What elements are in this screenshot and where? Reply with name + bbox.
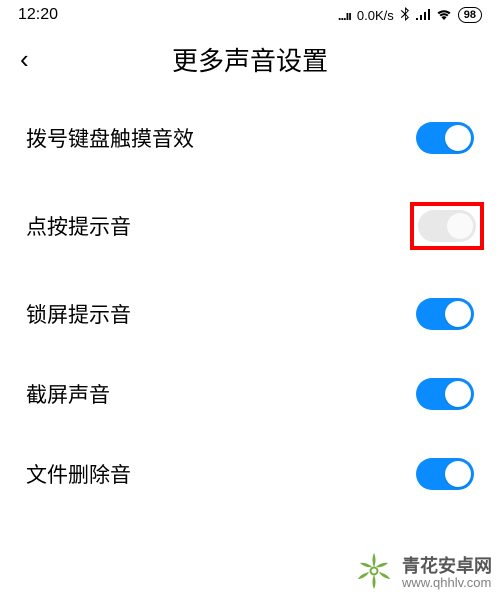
toggle-switch[interactable] bbox=[416, 378, 474, 410]
battery-icon: 98 bbox=[458, 7, 482, 23]
watermark: 青花安卓网 www.qhhlv.com bbox=[352, 549, 492, 598]
status-right: ...ıı 0.0K/s 98 bbox=[338, 7, 482, 24]
bluetooth-icon bbox=[400, 7, 410, 24]
status-bar: 12:20 ...ıı 0.0K/s 98 bbox=[0, 0, 500, 28]
wifi-icon bbox=[436, 8, 452, 23]
back-button[interactable]: ‹ bbox=[20, 46, 50, 72]
settings-row-label: 拨号键盘触摸音效 bbox=[26, 123, 194, 153]
toggle-knob bbox=[445, 125, 471, 151]
settings-row-label: 点按提示音 bbox=[26, 211, 131, 241]
settings-row-label: 文件删除音 bbox=[26, 459, 131, 489]
settings-row: 文件删除音 bbox=[0, 434, 500, 514]
settings-row: 拨号键盘触摸音效 bbox=[0, 98, 500, 178]
settings-row-label: 锁屏提示音 bbox=[26, 299, 131, 329]
toggle-switch[interactable] bbox=[416, 122, 474, 154]
settings-list: 拨号键盘触摸音效点按提示音锁屏提示音截屏声音文件删除音 bbox=[0, 94, 500, 518]
highlight-box bbox=[410, 202, 484, 250]
watermark-text: 青花安卓网 www.qhhlv.com bbox=[402, 556, 492, 592]
signal-icon: ...ıı bbox=[338, 8, 351, 23]
toggle-knob bbox=[445, 301, 471, 327]
settings-row: 点按提示音 bbox=[0, 178, 500, 274]
watermark-logo-icon bbox=[352, 549, 396, 598]
header: ‹ 更多声音设置 bbox=[0, 28, 500, 94]
toggle-knob bbox=[445, 381, 471, 407]
network-speed: 0.0K/s bbox=[357, 8, 394, 23]
toggle-knob bbox=[445, 461, 471, 487]
toggle-switch[interactable] bbox=[416, 298, 474, 330]
status-time: 12:20 bbox=[18, 6, 58, 24]
toggle-switch[interactable] bbox=[418, 210, 476, 242]
toggle-switch[interactable] bbox=[416, 458, 474, 490]
settings-row-label: 截屏声音 bbox=[26, 379, 110, 409]
settings-row: 锁屏提示音 bbox=[0, 274, 500, 354]
settings-row: 截屏声音 bbox=[0, 354, 500, 434]
toggle-knob bbox=[447, 213, 473, 239]
watermark-title: 青花安卓网 bbox=[402, 556, 492, 577]
cellular-signal-icon bbox=[416, 8, 430, 23]
page-title: 更多声音设置 bbox=[172, 41, 328, 78]
watermark-url: www.qhhlv.com bbox=[402, 576, 492, 591]
